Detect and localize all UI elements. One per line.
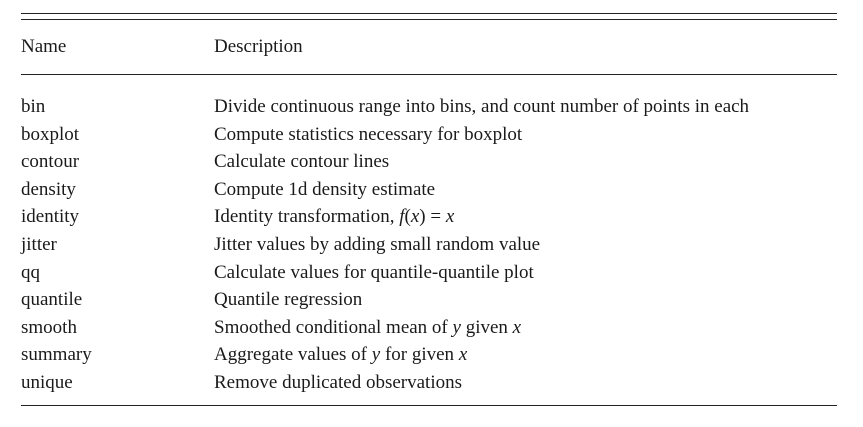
row-name: identity <box>21 206 80 228</box>
header-description: Description <box>214 36 303 57</box>
row-name: summary <box>21 344 92 366</box>
table-body: bin Divide continuous range into bins, a… <box>21 93 837 397</box>
row-name: jitter <box>21 233 57 255</box>
table-row: bin Divide continuous range into bins, a… <box>21 93 837 121</box>
row-name: unique <box>21 371 73 393</box>
row-description: Calculate contour lines <box>214 151 390 173</box>
table-row: boxplot Compute statistics necessary for… <box>21 121 837 149</box>
row-description: Remove duplicated observations <box>214 371 462 393</box>
table-row: contour Calculate contour lines <box>21 148 837 176</box>
table-row: quantile Quantile regression <box>21 286 837 314</box>
table-row: qq Calculate values for quantile-quantil… <box>21 259 837 287</box>
bottom-rule <box>21 404 837 406</box>
stats-table: Name Description bin Divide continuous r… <box>21 13 837 406</box>
top-rule <box>21 13 837 14</box>
row-name: contour <box>21 151 80 173</box>
table-row: unique Remove duplicated observations <box>21 369 837 397</box>
table-row: smooth Smoothed conditional mean of y gi… <box>21 314 837 342</box>
row-description: Compute 1d density estimate <box>214 178 436 200</box>
table-row: density Compute 1d density estimate <box>21 176 837 204</box>
row-description: Jitter values by adding small random val… <box>214 233 541 255</box>
table-header-row: Name Description <box>21 37 837 57</box>
top-rule-double <box>21 19 837 20</box>
row-name: qq <box>21 261 40 283</box>
row-description: Compute statistics necessary for boxplot <box>214 123 523 145</box>
row-name: boxplot <box>21 123 80 145</box>
row-name: quantile <box>21 289 83 311</box>
row-name: density <box>21 178 76 200</box>
row-description: Aggregate values of y for given x <box>214 344 468 366</box>
row-description: Smoothed conditional mean of y given x <box>214 316 522 338</box>
header-name: Name <box>21 36 67 57</box>
row-description: Quantile regression <box>214 289 363 311</box>
row-description: Divide continuous range into bins, and c… <box>214 96 750 117</box>
row-name: smooth <box>21 316 77 338</box>
row-description: Calculate values for quantile-quantile p… <box>214 261 534 283</box>
row-name: bin <box>21 96 46 117</box>
table-row: summary Aggregate values of y for given … <box>21 341 837 369</box>
header-rule <box>21 74 837 75</box>
table-row: jitter Jitter values by adding small ran… <box>21 231 837 259</box>
table-row: identity Identity transformation, f(x) =… <box>21 203 837 231</box>
row-description: Identity transformation, f(x) = x <box>214 206 455 228</box>
